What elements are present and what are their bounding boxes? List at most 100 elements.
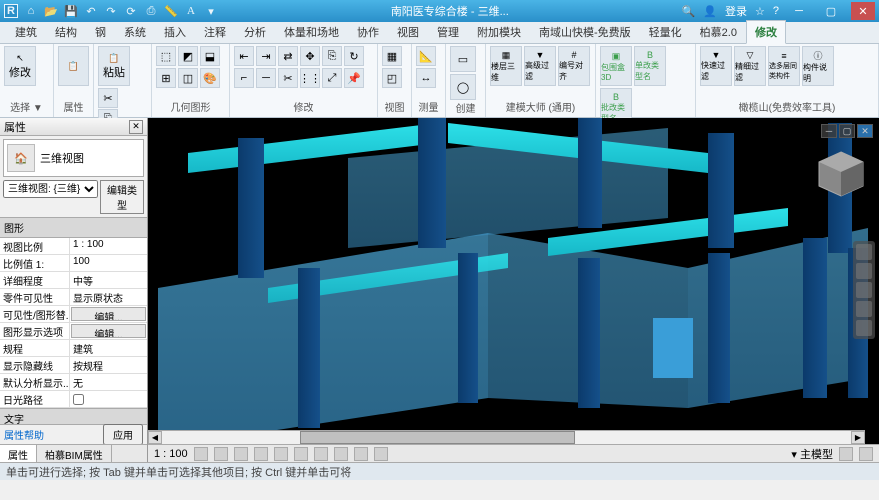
- login-link[interactable]: 登录: [725, 3, 747, 19]
- detail-level-icon[interactable]: [194, 447, 208, 461]
- bbox3d-icon[interactable]: ▣包围盒3D: [600, 46, 632, 86]
- props-value[interactable]: 编辑...: [71, 307, 146, 321]
- view-icon[interactable]: ▦: [382, 46, 402, 66]
- scroll-thumb[interactable]: [300, 431, 576, 444]
- trim-icon[interactable]: ⌐: [234, 68, 254, 88]
- extend-icon[interactable]: ─: [256, 68, 276, 88]
- nav-orbit-icon[interactable]: [856, 301, 872, 317]
- view-type-select[interactable]: 三维视图: {三维}: [3, 180, 98, 198]
- maximize-button[interactable]: ▢: [819, 2, 843, 20]
- view2-icon[interactable]: ◰: [382, 68, 402, 88]
- reveal-icon[interactable]: [374, 447, 388, 461]
- scale-icon[interactable]: ⤢: [322, 68, 342, 88]
- adv-filter-icon[interactable]: ▼高级过滤: [524, 46, 556, 86]
- props-value[interactable]: 100: [70, 255, 147, 271]
- qat-home-icon[interactable]: ⌂: [24, 4, 38, 18]
- tab-2[interactable]: 钢: [86, 20, 115, 43]
- props-section[interactable]: 文字: [0, 408, 147, 424]
- create-icon[interactable]: ▭: [450, 46, 476, 72]
- shadows-icon[interactable]: [254, 447, 268, 461]
- measure-icon[interactable]: 📐: [416, 46, 436, 66]
- workset-label[interactable]: ▾ 主模型: [791, 446, 833, 462]
- props-value[interactable]: 编辑...: [71, 324, 146, 338]
- cope-icon[interactable]: ⬚: [156, 46, 176, 66]
- edit-type-button[interactable]: 编辑类型: [100, 180, 144, 214]
- tab-11[interactable]: 附加模块: [468, 20, 530, 43]
- temp-hide-icon[interactable]: [354, 447, 368, 461]
- lock3d-icon[interactable]: [334, 447, 348, 461]
- fine-filter-icon[interactable]: ▽精细过滤: [734, 46, 766, 86]
- visual-style-icon[interactable]: [214, 447, 228, 461]
- floor3d-icon[interactable]: ▦楼层三维: [490, 46, 522, 86]
- props-value[interactable]: 建筑: [70, 340, 147, 356]
- vp-maximize-icon[interactable]: ▢: [839, 124, 855, 138]
- crop-icon[interactable]: [294, 447, 308, 461]
- vp-close-icon[interactable]: ✕: [857, 124, 873, 138]
- paint-icon[interactable]: 🎨: [200, 68, 220, 88]
- type-selector[interactable]: 🏠 三维视图: [3, 139, 144, 177]
- view-cube[interactable]: [813, 146, 869, 202]
- close-button[interactable]: ✕: [851, 2, 875, 20]
- nav-pan-icon[interactable]: [856, 263, 872, 279]
- properties-icon[interactable]: 📋: [58, 46, 89, 86]
- tab-10[interactable]: 管理: [428, 20, 468, 43]
- create2-icon[interactable]: ◯: [450, 74, 476, 100]
- tab-6[interactable]: 分析: [235, 20, 275, 43]
- props-value[interactable]: 按规程: [70, 357, 147, 373]
- move-icon[interactable]: ✥: [300, 46, 320, 66]
- qat-print-icon[interactable]: ⎙: [144, 4, 158, 18]
- vp-opt1-icon[interactable]: [839, 447, 853, 461]
- tab-3[interactable]: 系统: [115, 20, 155, 43]
- multi-floor-icon[interactable]: ≡选多层同类构件: [768, 46, 800, 86]
- array-icon[interactable]: ⋮⋮: [300, 68, 320, 88]
- tab-bim-properties[interactable]: 柏慕BIM属性: [37, 445, 112, 462]
- qat-save-icon[interactable]: 💾: [64, 4, 78, 18]
- tab-15[interactable]: 修改: [746, 20, 786, 44]
- qat-dropdown-icon[interactable]: ▾: [204, 4, 218, 18]
- qat-sync-icon[interactable]: ⟳: [124, 4, 138, 18]
- tab-properties[interactable]: 属性: [0, 445, 37, 462]
- tab-7[interactable]: 体量和场地: [275, 20, 348, 43]
- align-icon[interactable]: ⇤: [234, 46, 254, 66]
- nav-look-icon[interactable]: [856, 320, 872, 336]
- help-icon[interactable]: ?: [773, 5, 779, 17]
- vp-minimize-icon[interactable]: ─: [821, 124, 837, 138]
- mirror-icon[interactable]: ⇄: [278, 46, 298, 66]
- cut-icon[interactable]: ✂: [98, 88, 118, 108]
- tab-0[interactable]: 建筑: [6, 20, 46, 43]
- qat-undo-icon[interactable]: ↶: [84, 4, 98, 18]
- pin-icon[interactable]: 📌: [344, 68, 364, 88]
- rotate-icon[interactable]: ↻: [344, 46, 364, 66]
- modify-tool-icon[interactable]: ↖修改: [4, 46, 36, 86]
- elem-info-icon[interactable]: ⓘ构件说明: [802, 46, 834, 86]
- qat-text-icon[interactable]: A: [184, 4, 198, 18]
- qat-open-icon[interactable]: 📂: [44, 4, 58, 18]
- qat-redo-icon[interactable]: ↷: [104, 4, 118, 18]
- nav-zoom-icon[interactable]: [856, 282, 872, 298]
- tab-9[interactable]: 视图: [388, 20, 428, 43]
- tab-5[interactable]: 注释: [195, 20, 235, 43]
- dim-icon[interactable]: ↔: [416, 68, 436, 88]
- 3d-viewport[interactable]: ─ ▢ ✕ ◀ ▶ 1 : 100: [148, 118, 879, 462]
- copy-mod-icon[interactable]: ⎘: [322, 46, 342, 66]
- tab-12[interactable]: 南域山快模-免费版: [530, 20, 640, 43]
- sun-path-icon[interactable]: [234, 447, 248, 461]
- split-face-icon[interactable]: ◫: [178, 68, 198, 88]
- wall-join-icon[interactable]: ⊞: [156, 68, 176, 88]
- props-value[interactable]: 显示原状态: [70, 289, 147, 305]
- render-icon[interactable]: [274, 447, 288, 461]
- props-value[interactable]: [70, 391, 147, 407]
- properties-close-icon[interactable]: ✕: [129, 120, 143, 134]
- vp-opt2-icon[interactable]: [859, 447, 873, 461]
- cut-geom-icon[interactable]: ◩: [178, 46, 198, 66]
- tab-4[interactable]: 插入: [155, 20, 195, 43]
- offset-icon[interactable]: ⇥: [256, 46, 276, 66]
- crop-visible-icon[interactable]: [314, 447, 328, 461]
- join-icon[interactable]: ⬓: [200, 46, 220, 66]
- tab-8[interactable]: 协作: [348, 20, 388, 43]
- props-value[interactable]: 中等: [70, 272, 147, 288]
- tab-1[interactable]: 结构: [46, 20, 86, 43]
- user-icon[interactable]: 👤: [703, 5, 717, 18]
- scroll-left-icon[interactable]: ◀: [148, 431, 162, 444]
- scroll-right-icon[interactable]: ▶: [851, 431, 865, 444]
